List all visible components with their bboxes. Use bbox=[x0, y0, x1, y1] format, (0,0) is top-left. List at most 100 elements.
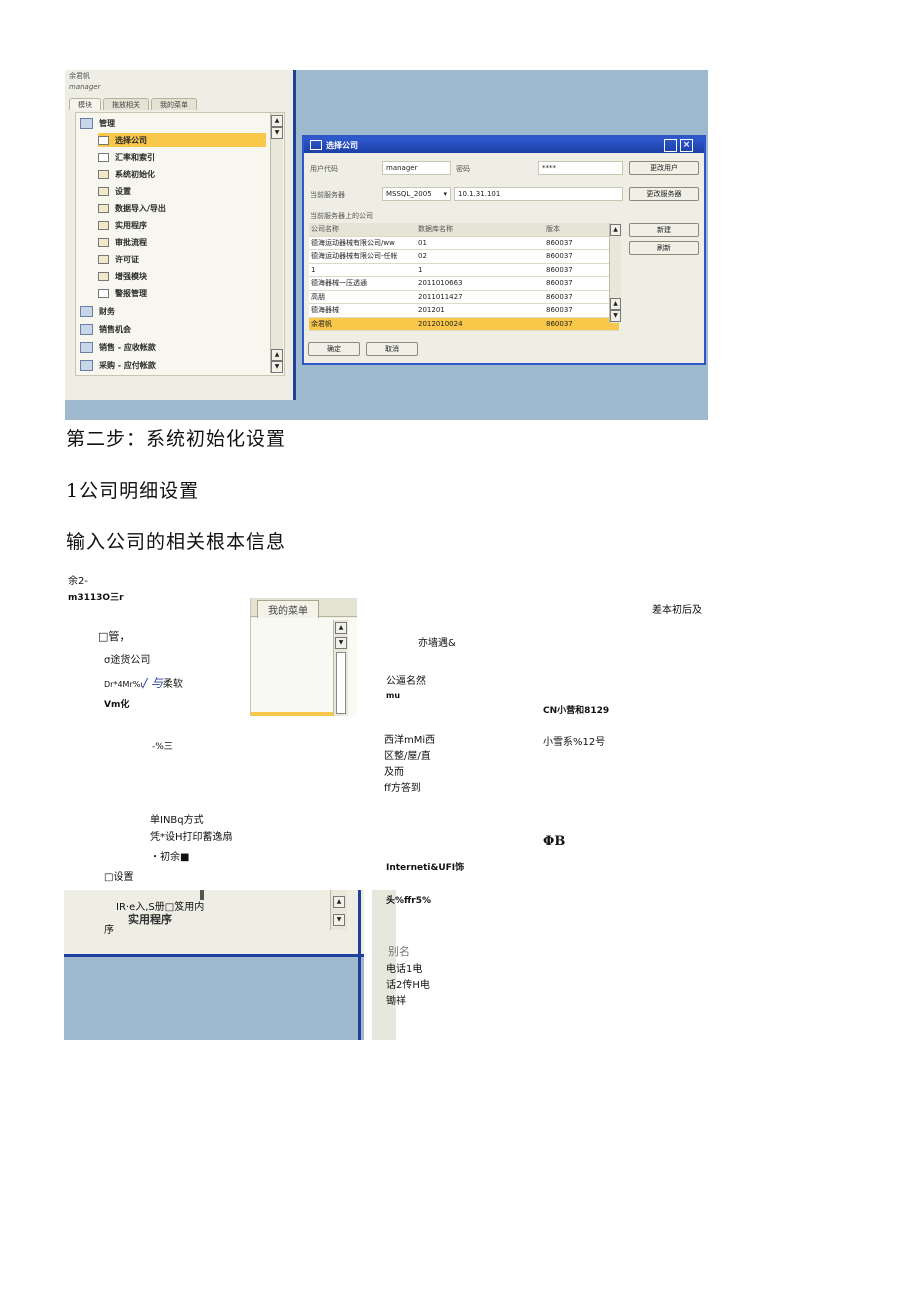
opportunity-icon bbox=[80, 323, 93, 335]
scroll-up-icon[interactable]: ▲ bbox=[610, 224, 621, 236]
tab-modules[interactable]: 模块 bbox=[69, 98, 101, 110]
password-field[interactable]: **** bbox=[538, 161, 623, 175]
collage-text: m3113O三r bbox=[68, 593, 124, 603]
tab-my-menu[interactable]: 我的菜单 bbox=[151, 98, 197, 110]
doc-icon bbox=[98, 288, 109, 298]
tree-item-exchange-rates[interactable]: 汇率和索引 bbox=[98, 150, 155, 164]
company-details-heading: 1公司明细设置 bbox=[66, 480, 200, 502]
module-panel: 余君帆 manager 模块 拖放相关 我的菜单 管理 选择公司 汇率和索引 系… bbox=[65, 70, 296, 400]
finance-icon bbox=[80, 305, 93, 317]
cancel-button[interactable]: 取消 bbox=[366, 342, 418, 356]
table-row[interactable]: 德海运动器械有限公司-任帐 02 860037 bbox=[309, 250, 619, 264]
change-user-button[interactable]: 更改用户 bbox=[629, 161, 699, 175]
panel-scrollbar[interactable]: ▲ ▼ bbox=[330, 890, 347, 930]
refresh-button[interactable]: 刷新 bbox=[629, 241, 699, 255]
scroll-down-icon[interactable]: ▼ bbox=[271, 127, 283, 139]
purchase-icon bbox=[80, 359, 93, 371]
companies-label: 当前服务器上的公司 bbox=[310, 212, 373, 220]
doc-icon bbox=[98, 135, 109, 145]
ok-button[interactable]: 确定 bbox=[308, 342, 360, 356]
collage-text: 电话1电 bbox=[386, 964, 423, 975]
table-row[interactable]: 德海运动器械有限公司/ww 01 860037 bbox=[309, 236, 619, 250]
tree-scrollbar[interactable]: ▲ ▼ ▲ ▼ bbox=[270, 113, 283, 373]
instruction-text: 输入公司的相关根本信息 bbox=[66, 531, 287, 553]
step2-heading: 第二步：系统初始化设置 bbox=[66, 428, 287, 450]
scroll-up-icon[interactable]: ▲ bbox=[333, 896, 345, 908]
grid-header: 公司名称 数据库名称 版本 bbox=[309, 223, 619, 237]
tree-item-license[interactable]: 许可证 bbox=[98, 252, 139, 266]
table-row-selected[interactable]: 余君帆 2012010024 860037 bbox=[309, 317, 619, 331]
grid-scrollbar[interactable]: ▲ ▲ ▼ bbox=[609, 223, 621, 323]
tree-item-alerts[interactable]: 警报管理 bbox=[98, 286, 147, 300]
menu-scrollbar[interactable]: ▲ ▼ bbox=[333, 620, 348, 716]
folder-icon bbox=[98, 169, 109, 179]
collage-text: CN小营和8129 bbox=[543, 706, 610, 716]
tree-item-setup[interactable]: 设置 bbox=[98, 184, 131, 198]
collage-text: σ途货公司 bbox=[104, 655, 151, 666]
password-label: 密码 bbox=[456, 165, 470, 173]
user-role: manager bbox=[69, 83, 101, 91]
scroll-up-icon[interactable]: ▲ bbox=[335, 622, 347, 634]
collage-text: □管， bbox=[98, 630, 131, 643]
scroll-up-icon[interactable]: ▲ bbox=[610, 298, 621, 310]
tree-item-purchase-ap[interactable]: 采购 - 应付帐款 bbox=[80, 358, 156, 372]
collage-text: 区整/屋/直 bbox=[384, 751, 431, 762]
collage-text: 亦墙遇& bbox=[418, 638, 456, 649]
tree-item-admin[interactable]: 管理 bbox=[80, 116, 115, 130]
dialog-titlebar: 选择公司 × bbox=[304, 137, 704, 153]
scroll-down-icon[interactable]: ▼ bbox=[610, 310, 621, 322]
close-icon[interactable]: × bbox=[680, 139, 693, 152]
folder-icon bbox=[98, 186, 109, 196]
doc-icon bbox=[98, 152, 109, 162]
maximize-icon[interactable] bbox=[664, 139, 677, 152]
tree-item-select-company[interactable]: 选择公司 bbox=[98, 133, 266, 147]
user-name: 余君帆 bbox=[69, 72, 90, 80]
collage-text: 单INBq方式 bbox=[150, 815, 204, 826]
collage-text: □设置 bbox=[104, 872, 134, 883]
collage-text: 话2传H电 bbox=[386, 980, 430, 991]
tree-item-opportunities[interactable]: 销售机会 bbox=[80, 322, 131, 336]
scroll-up-icon[interactable]: ▲ bbox=[271, 349, 283, 361]
scroll-up-icon[interactable]: ▲ bbox=[271, 115, 283, 127]
table-row[interactable]: 1 1 860037 bbox=[309, 263, 619, 277]
collage-text: 余2- bbox=[68, 576, 88, 587]
server-type-select[interactable]: MSSQL_2005 ▾ bbox=[382, 187, 451, 201]
sales-icon bbox=[80, 341, 93, 353]
tree-item-utilities[interactable]: 实用程序 bbox=[98, 218, 147, 232]
collage-text: 公逼名然 bbox=[386, 676, 426, 687]
table-row[interactable]: 德海器械 201201 860037 bbox=[309, 304, 619, 318]
scroll-down-icon[interactable]: ▼ bbox=[271, 361, 283, 373]
collage-text: ff方答到 bbox=[384, 783, 421, 794]
collage-text: 别名 bbox=[388, 945, 410, 958]
collage-text: 序 bbox=[104, 925, 114, 936]
folder-icon bbox=[98, 203, 109, 213]
scroll-down-icon[interactable]: ▼ bbox=[333, 914, 345, 926]
tree-item-sales-ar[interactable]: 销售 - 应收帐款 bbox=[80, 340, 156, 354]
server-address-field[interactable]: 10.1.31.101 bbox=[454, 187, 623, 201]
tree-item-import-export[interactable]: 数据导入/导出 bbox=[98, 201, 166, 215]
tree-item-approval[interactable]: 审批流程 bbox=[98, 235, 147, 249]
collage-text: 锄祥 bbox=[386, 996, 406, 1007]
tab-my-menu[interactable]: 我的菜单 bbox=[257, 600, 319, 618]
user-code-field[interactable]: manager bbox=[382, 161, 451, 175]
tree-item-finance[interactable]: 财务 bbox=[80, 304, 115, 318]
folder-icon bbox=[98, 254, 109, 264]
select-company-dialog: 选择公司 × 用户代码 manager 密码 **** 更改用户 当前服务器 M… bbox=[302, 135, 706, 365]
table-row[interactable]: 德海器械一压透通 2011010663 860037 bbox=[309, 277, 619, 291]
table-row[interactable]: 高朋 2011011427 860037 bbox=[309, 290, 619, 304]
collage-text: ・初余■ bbox=[150, 852, 190, 863]
tree-item-system-init[interactable]: 系统初始化 bbox=[98, 167, 155, 181]
tree-item-addons[interactable]: 增强模块 bbox=[98, 269, 147, 283]
scroll-down-icon[interactable]: ▼ bbox=[335, 637, 347, 649]
folder-icon bbox=[98, 237, 109, 247]
collage-text: 西洋mMi西 bbox=[384, 735, 436, 746]
new-company-button[interactable]: 新建 bbox=[629, 223, 699, 237]
module-panel-fragment: ▲ ▼ bbox=[64, 890, 364, 1040]
collage-text: 凭*设H打印蓄逸扇 bbox=[150, 832, 233, 843]
tab-drag-related[interactable]: 拖放相关 bbox=[103, 98, 149, 110]
collage-text: 小雪系%12号 bbox=[543, 737, 606, 748]
module-tabs: 模块 拖放相关 我的菜单 bbox=[69, 98, 197, 110]
collage-text: ΦB bbox=[543, 834, 566, 849]
collage-text: 头%ffr5% bbox=[386, 896, 432, 906]
change-server-button[interactable]: 更改服务器 bbox=[629, 187, 699, 201]
